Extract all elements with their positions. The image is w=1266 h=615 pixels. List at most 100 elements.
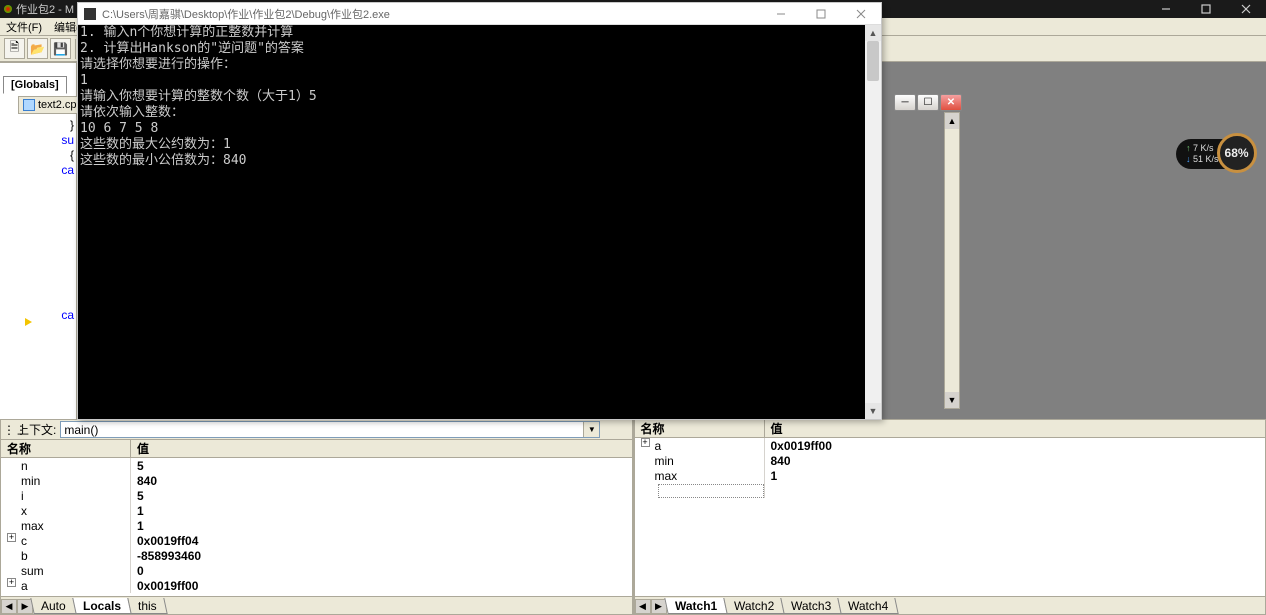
upload-arrow-icon: ↑ bbox=[1186, 143, 1191, 153]
header-name[interactable]: 名称 bbox=[1, 440, 131, 457]
header-name[interactable]: 名称 bbox=[635, 420, 765, 437]
var-name: a bbox=[635, 438, 765, 453]
watch-table[interactable]: +a0x0019ff00min840max1 bbox=[635, 438, 1266, 596]
var-value: 0x0019ff04 bbox=[131, 533, 632, 548]
table-row[interactable]: max1 bbox=[635, 468, 1266, 483]
tab-label: Watch2 bbox=[734, 599, 774, 613]
header-value[interactable]: 值 bbox=[131, 440, 632, 457]
var-name: sum bbox=[1, 563, 131, 578]
close-icon: ✕ bbox=[947, 97, 955, 108]
outer-title: 作业包2 - M bbox=[16, 1, 74, 17]
var-name: i bbox=[1, 488, 131, 503]
context-value: main() bbox=[64, 423, 98, 437]
table-row-empty[interactable] bbox=[635, 483, 1266, 498]
table-row[interactable]: +c0x0019ff04 bbox=[1, 533, 632, 548]
var-value: 0x0019ff00 bbox=[765, 438, 1266, 453]
watch-tabs: ◀ ▶ Watch1 Watch2 Watch3 Watch4 bbox=[635, 596, 1266, 614]
minimize-icon: ─ bbox=[901, 97, 908, 108]
console-min-button[interactable] bbox=[761, 3, 801, 24]
maximize-icon: ☐ bbox=[924, 97, 933, 108]
console-max-button[interactable] bbox=[801, 3, 841, 24]
child-min-button[interactable]: ─ bbox=[894, 94, 916, 111]
file-tab[interactable]: text2.cp bbox=[18, 96, 82, 114]
table-row[interactable]: n5 bbox=[1, 458, 632, 473]
code-gutter: } su { ca ca bbox=[20, 118, 80, 323]
code-line: { bbox=[20, 148, 80, 163]
table-row[interactable]: +a0x0019ff00 bbox=[1, 578, 632, 593]
tab-nav-left[interactable]: ◀ bbox=[635, 599, 651, 614]
new-file-icon: 🗎 bbox=[10, 38, 20, 59]
tab-this[interactable]: this bbox=[127, 598, 167, 614]
child-max-button[interactable]: ☐ bbox=[917, 94, 939, 111]
toolbar-new-button[interactable]: 🗎 bbox=[4, 38, 25, 59]
scroll-down-icon[interactable]: ▼ bbox=[865, 403, 881, 419]
file-tab-label: text2.cp bbox=[38, 99, 77, 111]
outer-min-button[interactable] bbox=[1146, 1, 1186, 18]
tab-watch3[interactable]: Watch3 bbox=[780, 598, 842, 614]
tab-watch4[interactable]: Watch4 bbox=[838, 598, 900, 614]
locals-table[interactable]: n5min840i5x1max1+c0x0019ff04b-858993460s… bbox=[1, 458, 632, 596]
table-row[interactable]: +a0x0019ff00 bbox=[635, 438, 1266, 453]
scroll-thumb[interactable] bbox=[867, 41, 879, 81]
var-value: 840 bbox=[765, 453, 1266, 468]
console-app-icon bbox=[84, 8, 96, 20]
gripper-icon[interactable]: ⋮⋮ bbox=[3, 423, 13, 437]
menu-file[interactable]: 文件(F) bbox=[6, 19, 42, 35]
net-speed-pill: ↑ 7 K/s ↓ 51 K/s 68% bbox=[1176, 139, 1253, 169]
child-close-button[interactable]: ✕ bbox=[940, 94, 962, 111]
network-monitor-widget[interactable]: ↑ 7 K/s ↓ 51 K/s 68% bbox=[1176, 135, 1261, 173]
expand-icon[interactable]: + bbox=[7, 578, 16, 587]
context-dropdown[interactable]: main() ▼ bbox=[60, 421, 600, 438]
tab-auto[interactable]: Auto bbox=[30, 598, 76, 614]
toolbar-open-button[interactable]: 📂 bbox=[27, 38, 48, 59]
context-label: 上下文: bbox=[17, 421, 56, 438]
code-line: } bbox=[20, 118, 80, 133]
child-window-scrollbar[interactable]: ▲ ▼ bbox=[944, 112, 960, 409]
tab-label: Watch1 bbox=[674, 599, 716, 613]
expand-icon[interactable]: + bbox=[641, 438, 650, 447]
table-row[interactable]: sum0 bbox=[1, 563, 632, 578]
tab-watch1[interactable]: Watch1 bbox=[664, 598, 728, 614]
table-row[interactable]: min840 bbox=[1, 473, 632, 488]
var-name: n bbox=[1, 458, 131, 473]
table-row[interactable]: x1 bbox=[1, 503, 632, 518]
var-name: c bbox=[1, 533, 131, 548]
var-value: 5 bbox=[131, 458, 632, 473]
context-bar: ⋮⋮ 上下文: main() ▼ bbox=[1, 420, 632, 440]
tab-locals[interactable]: Locals bbox=[72, 598, 131, 614]
outer-close-button[interactable] bbox=[1226, 1, 1266, 18]
table-row[interactable]: i5 bbox=[1, 488, 632, 503]
save-icon: 💾 bbox=[53, 42, 68, 56]
tab-label: Locals bbox=[83, 599, 121, 613]
table-row[interactable]: b-858993460 bbox=[1, 548, 632, 563]
gauge: 68% bbox=[1217, 133, 1257, 173]
watch-header: 名称 值 bbox=[635, 420, 1266, 438]
console-close-button[interactable] bbox=[841, 3, 881, 24]
upload-speed: 7 K/s bbox=[1193, 143, 1214, 153]
scroll-up-icon[interactable]: ▲ bbox=[945, 113, 959, 129]
tab-label: Watch3 bbox=[791, 599, 831, 613]
menu-edit[interactable]: 编辑( bbox=[54, 19, 80, 35]
open-folder-icon: 📂 bbox=[30, 42, 45, 56]
watch-new-input[interactable] bbox=[658, 484, 764, 498]
console-titlebar[interactable]: C:\Users\周嘉骐\Desktop\作业\作业包2\Debug\作业包2.… bbox=[78, 3, 881, 25]
locals-pane: ⋮⋮ 上下文: main() ▼ 名称 值 n5min840i5x1max1+c… bbox=[0, 419, 634, 615]
scroll-down-icon[interactable]: ▼ bbox=[945, 392, 959, 408]
dropdown-arrow-icon[interactable]: ▼ bbox=[583, 422, 599, 437]
console-scrollbar[interactable]: ▲ ▼ bbox=[865, 25, 881, 419]
tab-nav-left[interactable]: ◀ bbox=[1, 599, 17, 614]
var-name: max bbox=[1, 518, 131, 533]
download-speed: 51 K/s bbox=[1193, 154, 1219, 164]
scroll-up-icon[interactable]: ▲ bbox=[865, 25, 881, 41]
debug-bottom-area: ⋮⋮ 上下文: main() ▼ 名称 值 n5min840i5x1max1+c… bbox=[0, 419, 1266, 615]
tab-watch2[interactable]: Watch2 bbox=[723, 598, 785, 614]
toolbar-save-button[interactable]: 💾 bbox=[50, 38, 71, 59]
table-row[interactable]: max1 bbox=[1, 518, 632, 533]
header-value[interactable]: 值 bbox=[765, 420, 1266, 437]
table-row[interactable]: min840 bbox=[635, 453, 1266, 468]
outer-max-button[interactable] bbox=[1186, 1, 1226, 18]
expand-icon[interactable]: + bbox=[7, 533, 16, 542]
current-line-arrow-icon bbox=[25, 318, 32, 326]
gauge-value: 68% bbox=[1225, 148, 1249, 159]
globals-tab[interactable]: [Globals] bbox=[3, 76, 67, 94]
